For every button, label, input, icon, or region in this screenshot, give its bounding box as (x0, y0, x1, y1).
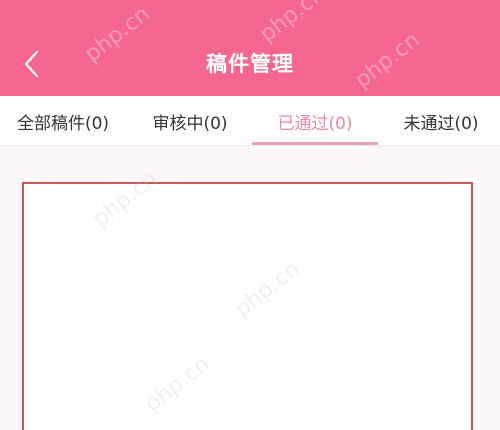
page-title: 稿件管理 (206, 52, 294, 76)
tab-approved[interactable]: 已通过(0) (256, 96, 374, 146)
tab-reviewing[interactable]: 审核中(0) (134, 96, 246, 146)
tab-label: 未通过(0) (403, 113, 479, 134)
tab-rejected[interactable]: 未通过(0) (386, 96, 496, 146)
app-screen: 稿件管理 php.cn php.cn php.cn 全部稿件(0) 审核中(0)… (0, 0, 500, 430)
empty-list-highlight (22, 182, 473, 430)
tab-label: 审核中(0) (152, 113, 228, 134)
tab-all[interactable]: 全部稿件(0) (4, 96, 122, 146)
content-area: php.cn php.cn php.cn (0, 147, 500, 430)
tab-bar: 全部稿件(0) 审核中(0) 已通过(0) 未通过(0) (0, 96, 500, 146)
tab-label: 全部稿件(0) (16, 113, 110, 134)
header-bar: 稿件管理 php.cn php.cn php.cn (0, 0, 500, 96)
tab-label: 已通过(0) (277, 113, 353, 134)
watermark: php.cn (255, 0, 330, 48)
active-tab-indicator (252, 142, 378, 145)
